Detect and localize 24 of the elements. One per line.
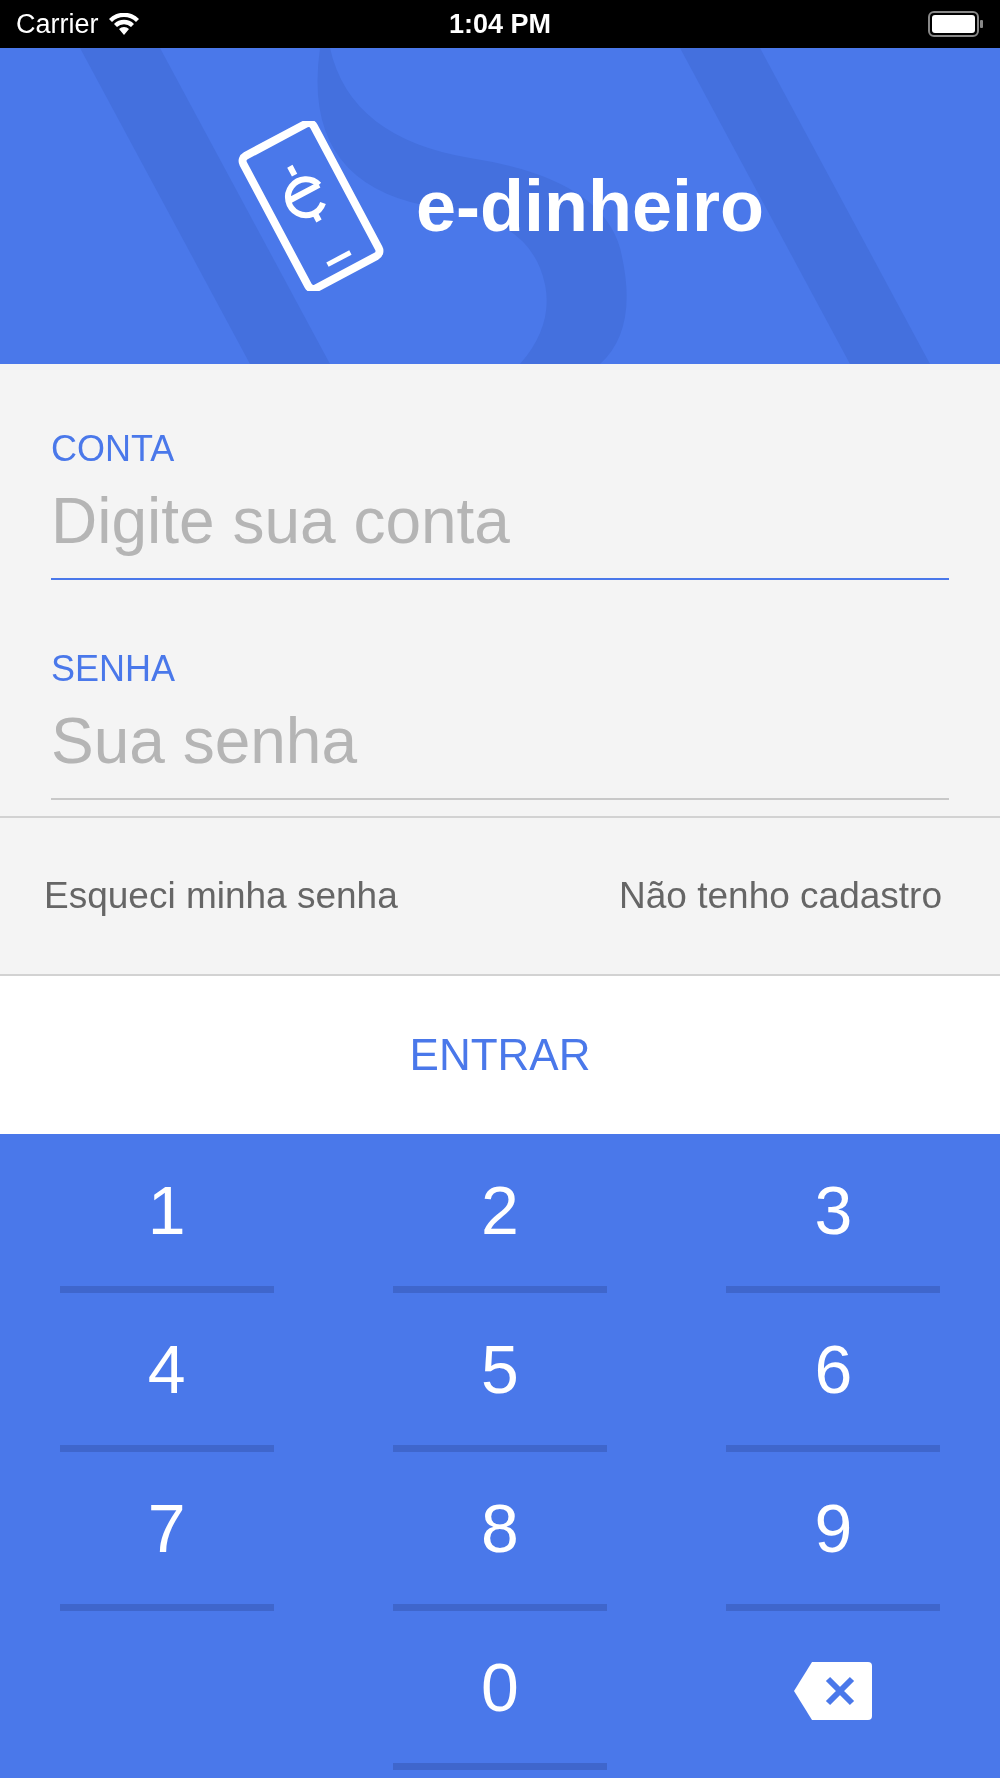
keypad-key[interactable]: 9 <box>726 1452 941 1611</box>
field-label: CONTA <box>51 428 176 470</box>
field-label: SENHA <box>51 648 177 690</box>
keypad-key[interactable]: 5 <box>393 1293 607 1452</box>
app-logo-text: e-dinheiro <box>416 165 764 247</box>
keypad-key[interactable]: 7 <box>59 1452 274 1611</box>
keypad-key[interactable]: 0 <box>393 1611 607 1770</box>
keypad-key[interactable]: 1 <box>59 1134 274 1293</box>
phone-icon <box>236 121 386 291</box>
carrier-label: Carrier <box>16 8 99 40</box>
wifi-icon <box>108 13 139 35</box>
input-field[interactable]: Digite sua conta <box>51 470 949 580</box>
keypad-key[interactable]: 3 <box>726 1134 941 1293</box>
backspace-icon <box>794 1661 873 1720</box>
text-link[interactable]: Não tenho cadastro <box>619 875 942 917</box>
submit-button[interactable]: ENTRAR <box>0 976 1000 1134</box>
battery-icon <box>928 11 984 37</box>
text-link[interactable]: Esqueci minha senha <box>44 875 398 917</box>
input-field[interactable]: Sua senha <box>51 690 949 800</box>
keypad-key[interactable]: 6 <box>726 1293 941 1452</box>
clock-time: 1:04 PM <box>449 8 551 40</box>
keypad-key[interactable]: 4 <box>59 1293 274 1452</box>
keypad-key[interactable]: 2 <box>393 1134 607 1293</box>
keypad-key[interactable]: 8 <box>393 1452 607 1611</box>
